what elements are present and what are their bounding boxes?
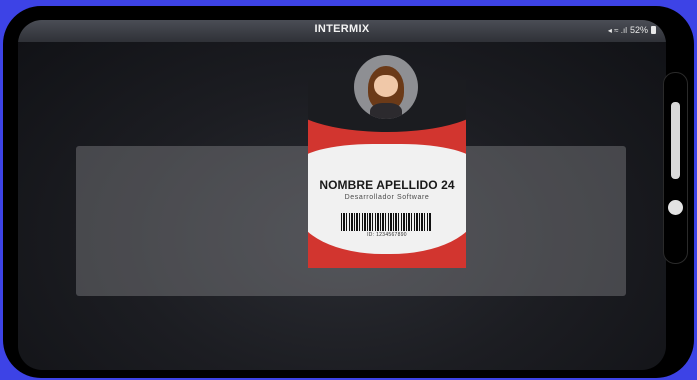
card-name: NOMBRE APELLIDO 24 (319, 178, 455, 192)
status-bar: INTERMIX ◂ ≈ .ıl 52% (18, 20, 666, 42)
phone-screen: INTERMIX ◂ ≈ .ıl 52% NOMBRE APELLIDO 24 … (18, 20, 666, 370)
avatar-face (374, 75, 398, 97)
battery-level: 52% (629, 25, 648, 35)
avatar-body (370, 103, 402, 119)
status-icons: ◂ ≈ .ıl 52% (608, 25, 656, 35)
app-title: INTERMIX (314, 23, 370, 35)
side-control-rail[interactable] (663, 72, 688, 264)
card-id-number: ID: 1234567890 (367, 232, 407, 238)
side-knob-button[interactable] (668, 200, 683, 215)
battery-icon (651, 26, 656, 34)
side-slider[interactable] (671, 102, 680, 179)
barcode-icon (341, 213, 431, 231)
signal-icon: ◂ ≈ .ıl (607, 25, 627, 35)
avatar (354, 55, 418, 119)
card-role: Desarrollador Software (344, 194, 430, 201)
